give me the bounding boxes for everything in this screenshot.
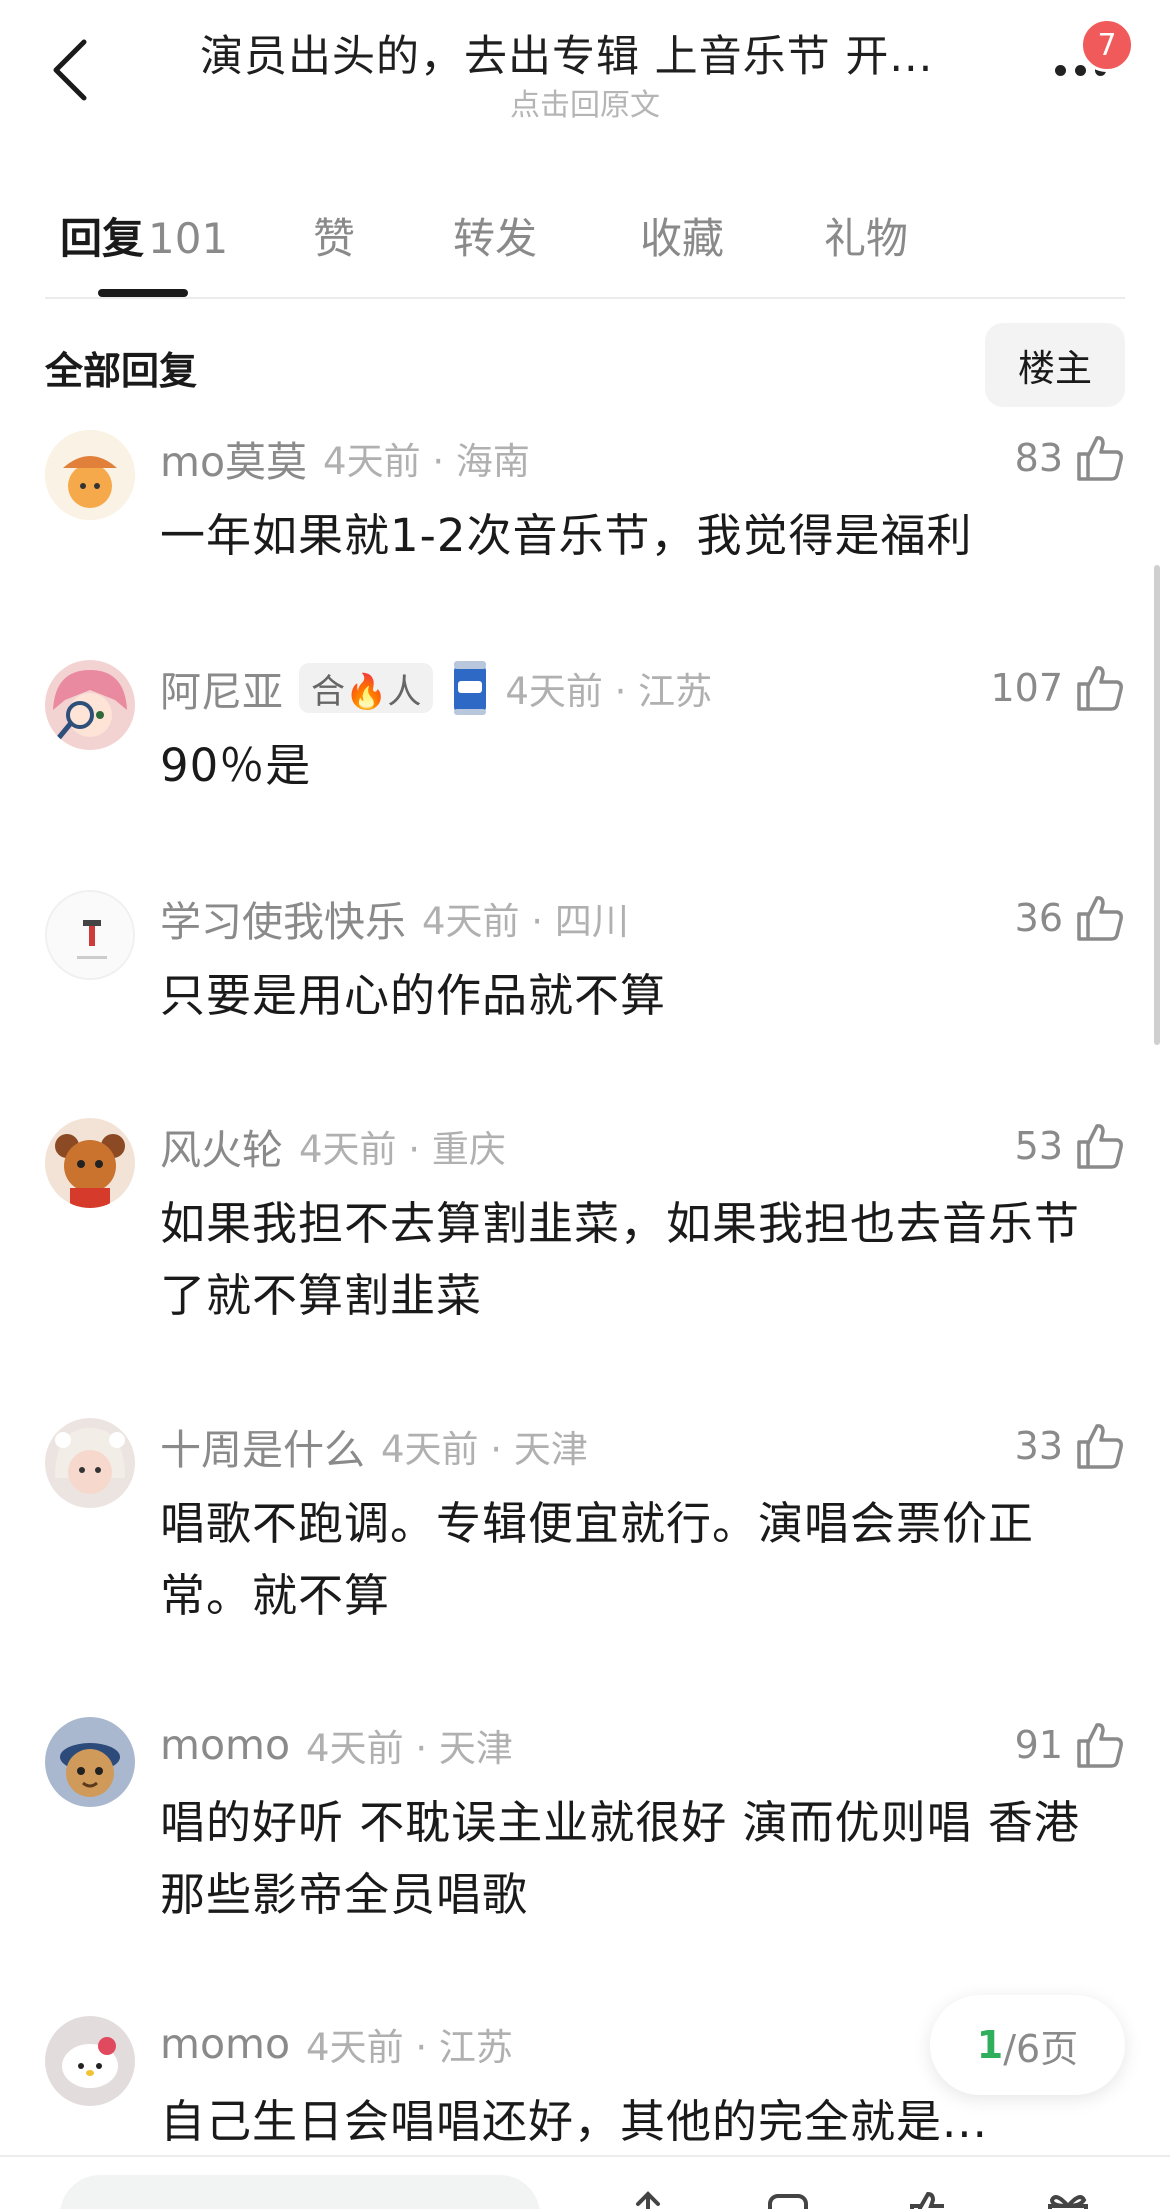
comment-meta: momo 4天前 · 江苏 xyxy=(160,2016,513,2072)
user-tag-badge[interactable]: 合🔥人 xyxy=(299,663,434,713)
comment-text: 一年如果就1-2次音乐节，我觉得是福利 xyxy=(160,509,973,562)
avatar[interactable] xyxy=(45,430,135,520)
comment-author[interactable]: 阿尼亚 xyxy=(160,658,283,718)
like-button[interactable]: 36 xyxy=(1015,890,1125,946)
divider xyxy=(45,297,1125,299)
comment-time-location: 4天前 · 四川 xyxy=(422,900,629,943)
comment-author[interactable]: 十周是什么 xyxy=(160,1416,365,1476)
thumbs-up-icon xyxy=(1077,436,1123,481)
thumbs-up-icon xyxy=(1077,666,1123,711)
tab-gifts[interactable]: 礼物 xyxy=(824,205,908,266)
divider xyxy=(0,2155,1170,2157)
notification-badge[interactable]: 7 xyxy=(1080,18,1134,72)
comment-time-location: 4天前 · 重庆 xyxy=(299,1128,506,1171)
comment-meta: 学习使我快乐 4天前 · 四川 xyxy=(160,890,629,946)
comment-meta: 阿尼亚 合🔥人 4天前 · 江苏 xyxy=(160,660,712,716)
can-badge-icon xyxy=(454,661,487,715)
reply-input[interactable] xyxy=(60,2175,540,2209)
tab-count: 101 xyxy=(148,214,229,263)
comment-time-location: 4天前 · 天津 xyxy=(306,1727,513,1770)
comment-meta: mo莫莫 4天前 · 海南 xyxy=(160,430,530,486)
like-count: 36 xyxy=(1014,896,1063,940)
like-icon[interactable] xyxy=(900,2190,956,2209)
thumbs-up-icon xyxy=(1077,1723,1123,1768)
comment-text: 自己生日会唱唱还好，其他的完全就是... xyxy=(160,2095,988,2148)
like-count: 83 xyxy=(1014,436,1063,480)
share-icon[interactable] xyxy=(620,2190,676,2209)
like-button[interactable]: 107 xyxy=(990,660,1125,716)
comment-text: 如果我担不去算割韭菜，如果我担也去音乐节了就不算割韭菜 xyxy=(160,1197,1081,1322)
thumbs-up-icon xyxy=(1077,1124,1123,1169)
comment-author[interactable]: momo xyxy=(160,1721,290,1769)
more-dot-icon xyxy=(1054,64,1066,76)
comment-meta: 风火轮 4天前 · 重庆 xyxy=(160,1118,506,1174)
like-button[interactable]: 53 xyxy=(1015,1118,1125,1174)
more-dot-icon xyxy=(1074,64,1086,76)
tab-likes[interactable]: 赞 xyxy=(313,205,355,266)
thumbs-up-icon xyxy=(1077,1424,1123,1469)
gift-icon[interactable] xyxy=(1040,2190,1096,2209)
comment-author[interactable]: 学习使我快乐 xyxy=(160,888,406,948)
comment-icon[interactable] xyxy=(760,2190,816,2209)
comment-time-location: 4天前 · 天津 xyxy=(381,1428,588,1471)
like-count: 33 xyxy=(1014,1424,1063,1468)
comment-text: 唱歌不跑调。专辑便宜就行。演唱会票价正常。就不算 xyxy=(160,1497,1035,1622)
current-page: 1 xyxy=(976,2023,1004,2067)
scrollbar[interactable] xyxy=(1154,565,1160,1045)
tab-favorites[interactable]: 收藏 xyxy=(640,205,724,266)
comment-text: 唱的好听 不耽误主业就很好 演而优则唱 香港那些影帝全员唱歌 xyxy=(160,1796,1080,1921)
active-tab-indicator xyxy=(98,289,188,297)
comment-text: 90％是 xyxy=(160,739,312,792)
like-count: 91 xyxy=(1014,1723,1063,1767)
page-indicator-button[interactable]: 1/6页 xyxy=(930,1995,1125,2095)
comment-time-location: 4天前 · 海南 xyxy=(323,440,530,483)
all-replies-label: 全部回复 xyxy=(45,349,198,393)
comment-text: 只要是用心的作品就不算 xyxy=(160,969,667,1022)
like-button[interactable]: 33 xyxy=(1015,1418,1125,1474)
comment-author[interactable]: mo莫莫 xyxy=(160,428,307,488)
avatar[interactable] xyxy=(45,890,135,980)
back-to-post-link[interactable]: 点击回原文 xyxy=(0,80,1170,124)
like-count: 53 xyxy=(1014,1124,1063,1168)
like-button[interactable]: 91 xyxy=(1015,1717,1125,1773)
comment-author[interactable]: 风火轮 xyxy=(160,1116,283,1176)
post-title[interactable]: 演员出头的，去出专辑 上音乐节 开... xyxy=(200,22,980,84)
comment-meta: 十周是什么 4天前 · 天津 xyxy=(160,1418,588,1474)
comment-time-location: 4天前 · 江苏 xyxy=(505,670,713,713)
tab-bar: 回复101 赞 转发 收藏 礼物 xyxy=(0,195,1170,305)
avatar[interactable] xyxy=(45,1118,135,1208)
avatar[interactable] xyxy=(45,660,135,750)
avatar[interactable] xyxy=(45,1717,135,1807)
header: 演员出头的，去出专辑 上音乐节 开... 点击回原文 7 xyxy=(0,0,1170,130)
avatar[interactable] xyxy=(45,2016,135,2106)
tab-reposts[interactable]: 转发 xyxy=(453,205,537,266)
comment-time-location: 4天前 · 江苏 xyxy=(306,2026,513,2069)
op-only-button[interactable]: 楼主 xyxy=(985,323,1125,407)
like-button[interactable]: 83 xyxy=(1015,430,1125,486)
tab-label: 回复 xyxy=(60,214,145,263)
like-count: 107 xyxy=(990,666,1063,710)
tab-replies[interactable]: 回复101 xyxy=(60,205,228,266)
total-pages: /6页 xyxy=(1003,2026,1079,2071)
thumbs-up-icon xyxy=(1077,896,1123,941)
avatar[interactable] xyxy=(45,1418,135,1508)
comment-meta: momo 4天前 · 天津 xyxy=(160,1717,513,1773)
comment-author[interactable]: momo xyxy=(160,2020,290,2068)
